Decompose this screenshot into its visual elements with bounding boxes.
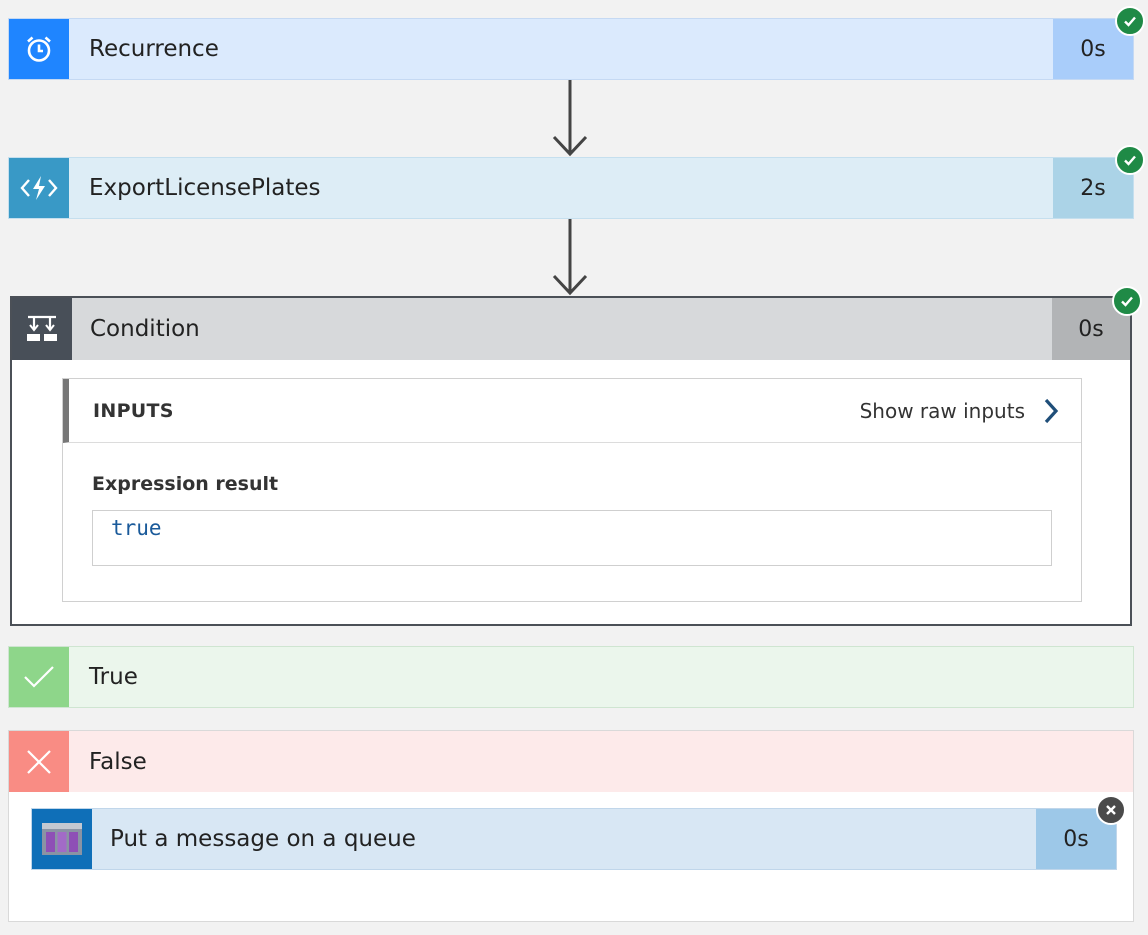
false-branch-title: False (89, 748, 147, 775)
condition-icon (12, 298, 72, 360)
export-license-plates-step[interactable]: ExportLicensePlates 2s (8, 157, 1134, 219)
inputs-panel: INPUTS Show raw inputs Expression result… (62, 378, 1082, 602)
azure-function-icon (9, 158, 69, 218)
flow-arrow-icon (552, 219, 588, 296)
condition-header[interactable]: Condition 0s (12, 298, 1130, 360)
true-branch-title: True (89, 664, 138, 690)
x-icon (9, 731, 69, 792)
inputs-label: INPUTS (93, 399, 174, 422)
checkmark-icon (9, 647, 69, 707)
expression-result-label: Expression result (92, 473, 279, 495)
recurrence-title: Recurrence (89, 36, 219, 62)
alarm-clock-icon (9, 19, 69, 79)
recurrence-step[interactable]: Recurrence 0s (8, 18, 1134, 80)
success-check-icon (1115, 6, 1145, 36)
chevron-right-icon (1044, 398, 1059, 423)
storage-queue-icon (32, 809, 92, 869)
true-branch[interactable]: True (8, 646, 1134, 708)
condition-step[interactable]: Condition 0s INPUTS Show raw inputs Expr… (10, 296, 1132, 626)
success-check-icon (1115, 145, 1145, 175)
expression-result-value: true (92, 510, 1052, 566)
false-branch-header[interactable]: False (9, 731, 1133, 792)
failed-x-icon (1096, 795, 1126, 825)
put-message-on-queue-step[interactable]: Put a message on a queue 0s (31, 808, 1117, 870)
condition-title: Condition (90, 316, 200, 342)
false-branch: False Put a message on a queue 0s (8, 730, 1134, 922)
success-check-icon (1112, 286, 1142, 316)
queue-title: Put a message on a queue (110, 826, 416, 852)
export-title: ExportLicensePlates (89, 175, 321, 201)
flow-arrow-icon (552, 80, 588, 157)
show-raw-inputs-label: Show raw inputs (859, 398, 1025, 423)
inputs-header: INPUTS Show raw inputs (63, 379, 1081, 443)
show-raw-inputs-button[interactable]: Show raw inputs (860, 397, 1059, 425)
